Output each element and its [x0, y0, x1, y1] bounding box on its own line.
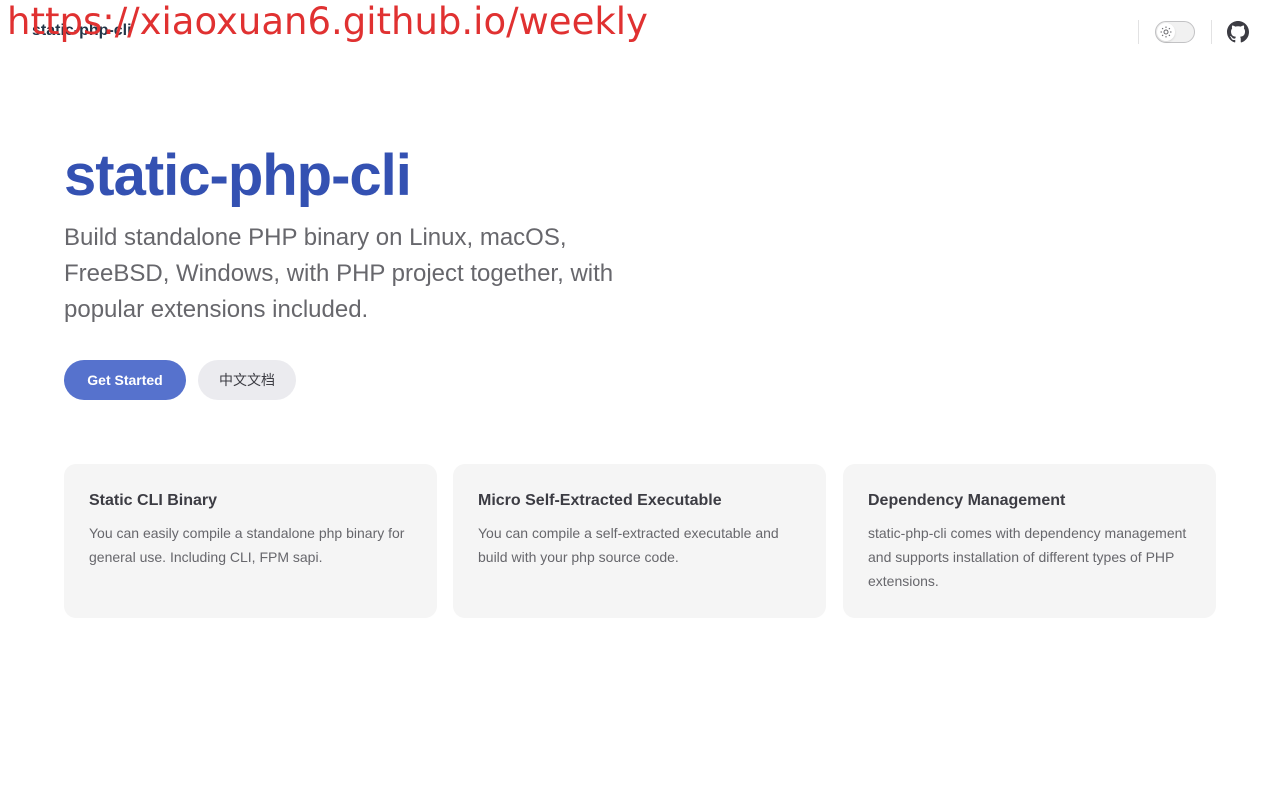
hero-tagline: Build standalone PHP binary on Linux, ma…: [64, 224, 614, 323]
github-icon[interactable]: [1227, 21, 1249, 43]
nav-divider: [1211, 20, 1212, 44]
get-started-button[interactable]: Get Started: [64, 360, 186, 400]
hero-title: static-php-cli: [64, 143, 412, 208]
feature-details: static-php-cli comes with dependency man…: [868, 525, 1187, 589]
feature-title: Static CLI Binary: [89, 492, 218, 509]
sun-icon: [1157, 23, 1175, 41]
feature-title: Micro Self-Extracted Executable: [478, 492, 722, 509]
watermark-url: https://xiaoxuan6.github.io/weekly: [7, 0, 648, 43]
chinese-docs-button[interactable]: 中文文档: [198, 360, 296, 400]
feature-details: You can compile a self-extracted executa…: [478, 525, 779, 565]
feature-card: Dependency Management static-php-cli com…: [843, 464, 1216, 618]
feature-card: Static CLI Binary You can easily compile…: [64, 464, 437, 618]
feature-title: Dependency Management: [868, 492, 1066, 509]
nav-divider: [1138, 20, 1139, 44]
feature-details: You can easily compile a standalone php …: [89, 525, 405, 565]
feature-card: Micro Self-Extracted Executable You can …: [453, 464, 826, 618]
theme-toggle[interactable]: [1155, 21, 1195, 43]
